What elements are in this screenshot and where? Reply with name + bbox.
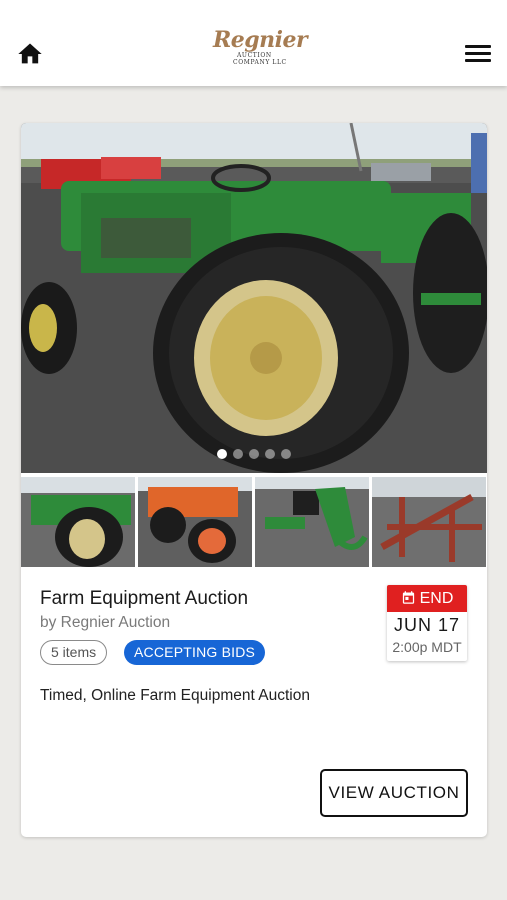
carousel-dot[interactable] [249, 449, 259, 459]
end-date: JUN 17 [393, 615, 461, 635]
status-badge: ACCEPTING BIDS [124, 640, 266, 665]
auction-title[interactable]: Farm Equipment Auction [40, 588, 248, 610]
auction-description: Timed, Online Farm Equipment Auction [40, 687, 310, 704]
calendar-icon [402, 591, 414, 604]
hero-photo-tractor[interactable] [21, 123, 487, 473]
carousel-dot[interactable] [217, 449, 227, 459]
app-header: Regnier AUCTION COMPANY LLC [0, 0, 507, 86]
hamburger-menu-icon [465, 45, 491, 62]
thumbnail-orange-tractor[interactable] [138, 477, 252, 567]
home-button[interactable] [16, 40, 44, 68]
carousel-dot[interactable] [233, 449, 243, 459]
end-date-badge: END JUN 17 2:00p MDT [387, 585, 467, 661]
auction-card: Farm Equipment Auction by Regnier Auctio… [21, 123, 487, 837]
carousel-dot[interactable] [265, 449, 275, 459]
thumbnail-green-tractor[interactable] [21, 477, 135, 567]
end-label: END [419, 590, 454, 607]
end-date-header: END [387, 585, 467, 612]
menu-button[interactable] [465, 42, 491, 66]
logo-subtitle-auction: AUCTION [237, 52, 272, 59]
thumbnail-red-frame[interactable] [372, 477, 486, 567]
thumbnail-backhoe[interactable] [255, 477, 369, 567]
carousel-dot[interactable] [281, 449, 291, 459]
company-logo[interactable]: Regnier AUCTION COMPANY LLC [213, 27, 308, 74]
logo-subtitle-company: COMPANY LLC [233, 59, 287, 66]
carousel-indicators [21, 446, 487, 464]
view-auction-button[interactable]: VIEW AUCTION [320, 769, 468, 817]
end-time: 2:00p MDT [392, 639, 462, 655]
home-icon [18, 43, 42, 64]
thumbnail-strip [21, 477, 487, 567]
auctioneer-name: by Regnier Auction [40, 614, 171, 631]
logo-wordmark: Regnier [213, 27, 308, 53]
items-count-chip: 5 items [40, 640, 108, 665]
